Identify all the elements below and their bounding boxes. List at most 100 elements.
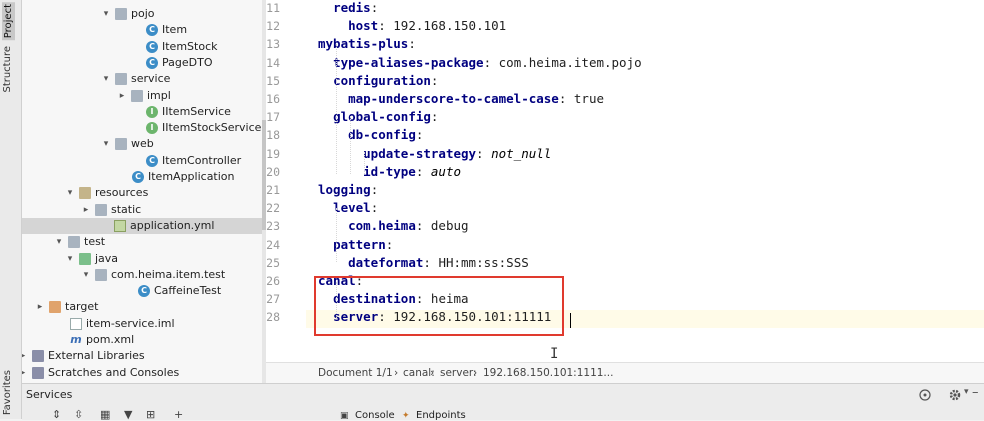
- test-folder-icon: [79, 252, 91, 265]
- tree-item[interactable]: C ItemApplication: [22, 169, 262, 185]
- code-line[interactable]: type-aliases-package: com.heima.item.poj…: [318, 54, 642, 72]
- code-line[interactable]: db-config:: [318, 126, 423, 144]
- tree-item-label: target: [65, 300, 99, 314]
- favorites-tool-tab[interactable]: Favorites: [2, 370, 13, 415]
- chevron-down-icon[interactable]: ▾: [81, 267, 91, 283]
- line-number: 15: [266, 73, 280, 88]
- tree-item-label: impl: [147, 88, 171, 102]
- chevron-right-icon[interactable]: ▸: [117, 88, 127, 104]
- tree-item[interactable]: ▸ External Libraries: [22, 348, 262, 364]
- line-number-gutter: 11 12 13 14 15 16 17 18 19 20 21 22 23 24 25 26 27 28: [266, 0, 306, 362]
- tree-item-label: External Libraries: [48, 349, 145, 363]
- breadcrumb-value[interactable]: 192.168.150.101:1111...: [483, 363, 613, 384]
- code-line[interactable]: redis:: [318, 0, 378, 17]
- folder-icon: [68, 236, 80, 249]
- line-number: 16: [266, 92, 280, 106]
- interface-icon: I: [146, 105, 158, 118]
- indent-guide: [336, 208, 337, 262]
- code-line[interactable]: mybatis-plus:: [318, 35, 416, 53]
- crosshair-icon[interactable]: [918, 388, 932, 402]
- tree-item[interactable]: C ItemStock: [22, 39, 262, 55]
- code-line[interactable]: dateformat: HH:mm:ss:SSS: [318, 254, 529, 272]
- line-number: 17: [266, 110, 280, 125]
- breadcrumb-separator: ›: [430, 367, 435, 379]
- yaml-value: auto: [430, 163, 462, 179]
- chevron-down-icon[interactable]: ▾: [101, 136, 111, 152]
- expand-all-icon[interactable]: ⇕: [52, 408, 61, 421]
- tree-item[interactable]: ▾ service: [22, 71, 262, 87]
- indent-guide: [336, 44, 337, 174]
- tree-item[interactable]: ▾ resources: [22, 185, 262, 201]
- code-line[interactable]: host: 192.168.150.101: [318, 17, 506, 35]
- tree-item[interactable]: ▾ com.heima.item.test: [22, 267, 262, 283]
- new-tab-icon[interactable]: ⊞: [146, 408, 155, 421]
- yaml-value: HH:mm:ss:SSS: [438, 254, 529, 270]
- tree-item[interactable]: C CaffeineTest: [22, 283, 262, 299]
- chevron-down-icon[interactable]: ▾: [54, 234, 64, 250]
- tree-item[interactable]: ▸ static: [22, 202, 262, 218]
- tree-item[interactable]: C Item: [22, 22, 262, 38]
- tree-item[interactable]: ▾ web: [22, 136, 262, 152]
- chevron-right-icon[interactable]: ▸: [22, 348, 28, 364]
- line-number: 25: [266, 255, 280, 270]
- gear-icon[interactable]: [948, 388, 962, 402]
- yaml-value: 192.168.150.101: [393, 18, 507, 34]
- tree-item[interactable]: I IItemService: [22, 104, 262, 120]
- chevron-down-icon[interactable]: ▾: [101, 71, 111, 87]
- project-tree-panel: ▾ pojo C Item C ItemStock C PageDTO ▾ service ▸ imp…: [22, 0, 262, 383]
- tree-item[interactable]: ▾ test: [22, 234, 262, 250]
- tree-item[interactable]: application.yml: [22, 217, 262, 234]
- breadcrumb-server[interactable]: server:: [440, 363, 477, 384]
- tree-item[interactable]: ▸ impl: [22, 88, 262, 104]
- tree-item[interactable]: ▸ target: [22, 299, 262, 315]
- code-line[interactable]: update-strategy: not_null: [318, 145, 551, 163]
- tab-endpoints[interactable]: Endpoints: [416, 410, 466, 421]
- tree-item-label: application.yml: [130, 218, 215, 232]
- folder-icon: [131, 89, 143, 102]
- yaml-key: global-config: [333, 109, 431, 125]
- project-tool-tab[interactable]: Project: [2, 2, 15, 41]
- add-icon[interactable]: +: [174, 408, 183, 421]
- minimize-icon[interactable]: –: [972, 385, 979, 400]
- yaml-key: dateformat: [348, 254, 424, 270]
- class-icon: C: [138, 285, 150, 298]
- tree-item-label: static: [111, 202, 142, 216]
- yaml-key: pattern: [333, 236, 386, 252]
- chevron-down-icon[interactable]: ▾: [65, 251, 75, 267]
- tree-item[interactable]: ▾ java: [22, 251, 262, 267]
- tree-item[interactable]: ▾ pojo: [22, 6, 262, 22]
- tree-item[interactable]: I IItemStockService: [22, 120, 262, 136]
- filter-icon[interactable]: ▼: [124, 408, 132, 421]
- breadcrumb-document[interactable]: Document 1/1: [318, 363, 393, 384]
- code-line[interactable]: map-underscore-to-camel-case: true: [318, 90, 604, 108]
- tree-item[interactable]: C PageDTO: [22, 55, 262, 71]
- structure-tool-tab[interactable]: Structure: [2, 46, 13, 93]
- tree-item-label: java: [95, 251, 119, 265]
- code-line[interactable]: id-type: auto: [318, 163, 461, 181]
- tree-item[interactable]: ▸ Scratches and Consoles: [22, 365, 262, 381]
- group-icon[interactable]: ▦: [100, 408, 110, 421]
- mouse-ibeam-cursor: I: [550, 346, 559, 362]
- folder-icon: [115, 8, 127, 20]
- tree-item[interactable]: item-service.iml: [22, 316, 262, 332]
- code-line[interactable]: com.heima: debug: [318, 217, 468, 235]
- chevron-down-icon[interactable]: ▾: [65, 185, 75, 201]
- collapse-all-icon[interactable]: ⇳: [74, 408, 83, 421]
- tree-item-label: Item: [162, 23, 188, 37]
- tree-item[interactable]: C ItemController: [22, 153, 262, 169]
- chevron-right-icon[interactable]: ▸: [35, 299, 45, 315]
- code-line[interactable]: pattern:: [318, 236, 393, 254]
- chevron-right-icon[interactable]: ▸: [22, 365, 28, 381]
- code-line[interactable]: logging:: [318, 181, 378, 199]
- line-number: 18: [266, 128, 280, 143]
- chevron-down-icon[interactable]: ▾: [101, 6, 111, 22]
- tree-item[interactable]: m pom.xml: [22, 332, 262, 348]
- tree-item-label: CaffeineTest: [154, 284, 222, 298]
- chevron-right-icon[interactable]: ▸: [81, 202, 91, 218]
- tab-console[interactable]: Console: [355, 410, 395, 421]
- yaml-key: update-strategy: [363, 145, 477, 161]
- chevron-down-icon[interactable]: ▾: [964, 387, 969, 397]
- code-line[interactable]: level:: [318, 199, 378, 217]
- tree-item-label: item-service.iml: [86, 316, 175, 330]
- class-icon: C: [146, 56, 158, 69]
